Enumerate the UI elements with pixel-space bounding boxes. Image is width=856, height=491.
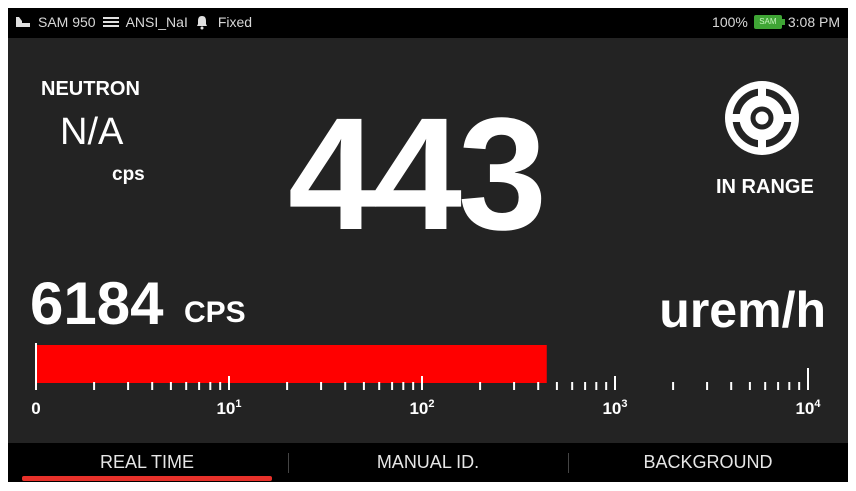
battery-percent: 100% (712, 14, 748, 30)
device-icon (14, 14, 32, 30)
gauge-tick-label: 101 (216, 398, 241, 418)
count-rate-value: 6184 (30, 270, 164, 337)
detector-name: ANSI_NaI (125, 14, 188, 30)
dose-rate-unit: urem/h (659, 282, 826, 338)
gauge-tick-label: 0 (31, 399, 40, 418)
device-name: SAM 950 (38, 14, 96, 30)
neutron-title: NEUTRON (41, 78, 140, 100)
battery-icon: SAM (753, 15, 785, 29)
tab-label: REAL TIME (99, 452, 195, 472)
neutron-value: N/A (60, 111, 124, 153)
app-screen: SAM 950 ANSI_NaI Fixed 100% SAM 3:08 PM … (8, 8, 848, 482)
count-rate-unit: CPS (184, 296, 246, 329)
neutron-unit: cps (112, 164, 145, 185)
tab-label: MANUAL ID. (376, 452, 480, 472)
detector-icon (102, 14, 120, 30)
in-range-target-icon (722, 78, 802, 158)
gauge-tick-label: 102 (409, 398, 434, 418)
active-tab-indicator (22, 476, 272, 481)
tab-background[interactable]: BACKGROUND (568, 443, 848, 482)
dose-rate-gauge: 0 101 102 103 104 (31, 343, 821, 418)
tab-label: BACKGROUND (643, 452, 773, 472)
gauge-tick-label: 104 (795, 398, 821, 418)
gauge-tick-label: 103 (602, 398, 627, 418)
tab-manual-id[interactable]: MANUAL ID. (288, 443, 568, 482)
battery-badge: SAM (759, 17, 777, 26)
dose-rate-value: 443 (288, 84, 547, 263)
clock: 3:08 PM (787, 14, 840, 30)
mode-label: Fixed (217, 14, 253, 30)
bell-icon (194, 14, 212, 30)
gauge-bar (36, 345, 547, 383)
range-status-label: IN RANGE (716, 176, 814, 198)
tab-bar: REAL TIME MANUAL ID. BACKGROUND (8, 443, 848, 482)
status-bar: SAM 950 ANSI_NaI Fixed 100% SAM 3:08 PM (8, 8, 848, 38)
